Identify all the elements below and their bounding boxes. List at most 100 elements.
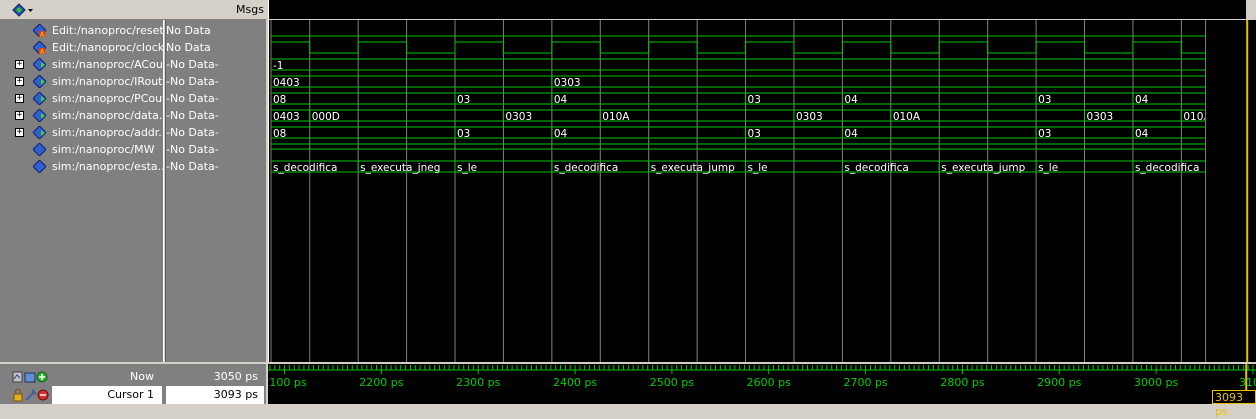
ruler-tick-label: 2100 ps <box>268 376 307 389</box>
expand-toggle-icon[interactable]: + <box>15 94 24 103</box>
ruler-tick-label: 2200 ps <box>359 376 403 389</box>
cursor-toolbar-icons[interactable] <box>12 388 52 402</box>
estado-value-label: s_decodifica <box>844 162 908 174</box>
ruler-tick-label: 2500 ps <box>650 376 694 389</box>
data-value-label: 000D <box>312 111 340 123</box>
ruler-tick-label: 2700 ps <box>844 376 888 389</box>
estado-value-label: s_le <box>748 162 768 174</box>
expand-toggle-icon[interactable]: + <box>15 77 24 86</box>
names-header: Msgs <box>0 0 266 20</box>
data-value-label: 010A <box>602 111 630 123</box>
expand-toggle-icon[interactable]: + <box>15 60 24 69</box>
data-value-label: 0403 <box>273 111 300 123</box>
pcout-value-label: 08 <box>273 94 286 106</box>
cursor-time-label[interactable]: 3093 ps <box>1212 390 1256 418</box>
addr-value-label: 04 <box>554 128 568 140</box>
signal-icon <box>33 160 46 173</box>
signal-row[interactable]: sim:/nanoproc/esta... <box>5 158 163 175</box>
signal-row[interactable]: sim:/nanoproc/MW <box>5 141 163 158</box>
signal-name: Edit:/nanoproc/clock <box>52 41 163 54</box>
pcout-value-label: 04 <box>554 94 568 106</box>
signal-msgs-list: No Data No Data -No Data- -No Data- -No Data… <box>166 22 266 362</box>
signal-icon <box>33 143 46 156</box>
now-row: Now 3050 ps <box>0 368 266 386</box>
signal-row[interactable]: + sim:/nanoproc/IRout <box>5 73 163 90</box>
signal-msg: -No Data- <box>166 160 219 173</box>
addr-value-label: 03 <box>1038 128 1051 140</box>
signal-msg: -No Data- <box>166 109 219 122</box>
signal-name: sim:/nanoproc/PCout <box>52 92 163 105</box>
signal-name-list: A Edit:/nanoproc/reset A Edit:/nanoproc/clo… <box>5 22 163 362</box>
signal-msg: No Data <box>166 41 211 54</box>
estado-value-label: s_decodifica <box>273 162 337 174</box>
signal-row[interactable]: A Edit:/nanoproc/reset <box>5 22 163 39</box>
signal-names-pane: Msgs A Edit:/nanoproc/reset A Edit:/nanopro… <box>0 0 266 404</box>
ruler-tick-label: 2800 ps <box>940 376 984 389</box>
acout-value-label: -1 <box>273 60 283 72</box>
bus-signal-icon <box>33 126 46 139</box>
ruler-tick-label: 2300 ps <box>456 376 500 389</box>
data-value-label: 010A <box>1183 111 1211 123</box>
signal-row[interactable]: + sim:/nanoproc/PCout <box>5 90 163 107</box>
signal-name: sim:/nanoproc/data... <box>52 109 163 122</box>
signal-msg: -No Data- <box>166 126 219 139</box>
data-value-label: 0303 <box>796 111 823 123</box>
signal-name: sim:/nanoproc/MW <box>52 143 155 156</box>
addr-value-label: 04 <box>844 128 858 140</box>
signal-name: sim:/nanoproc/IRout <box>52 75 163 88</box>
expand-toggle-icon[interactable]: + <box>15 128 24 137</box>
signal-msg: -No Data- <box>166 75 219 88</box>
expand-toggle-icon[interactable]: + <box>15 111 24 120</box>
waveform-canvas[interactable]: -10403 030308 03 04 03 04 03 040403 000D 0303 010A… <box>269 0 1256 362</box>
waveform-pane[interactable]: -1 0403 0303 08 03 04 03 04 03 04 0403 000D 0303 010A… <box>268 0 1256 362</box>
signal-row[interactable]: + sim:/nanoproc/addr... <box>5 124 163 141</box>
ruler-tick-label: 2600 ps <box>747 376 791 389</box>
pcout-value-label: 03 <box>748 94 761 106</box>
data-value-label: 0303 <box>1087 111 1114 123</box>
signal-row[interactable]: + sim:/nanoproc/data... <box>5 107 163 124</box>
bus-signal-icon <box>33 92 46 105</box>
signal-name: sim:/nanoproc/esta... <box>52 160 163 173</box>
addr-value-label: 04 <box>1135 128 1149 140</box>
pane-resize-handle[interactable] <box>1246 0 1256 20</box>
data-value-label: 0303 <box>505 111 532 123</box>
estado-value-label: s_executa_jump <box>651 162 735 174</box>
signal-name: sim:/nanoproc/addr... <box>52 126 163 139</box>
timeline-canvas[interactable]: 2100 ps 2200 ps 2300 ps 2400 ps 2500 ps 2600 … <box>268 364 1256 404</box>
clock-wave <box>271 41 1206 54</box>
cursor-value[interactable]: 3093 ps <box>166 386 264 404</box>
signal-name: Edit:/nanoproc/reset <box>52 24 163 37</box>
pcout-value-label: 04 <box>1135 94 1149 106</box>
estado-value-label: s_decodifica <box>554 162 618 174</box>
ruler-tick-label: 3100 <box>1239 376 1256 389</box>
forced-input-icon: A <box>33 41 46 54</box>
estado-value-label: s_le <box>457 162 477 174</box>
msgs-column-label: Msgs <box>236 3 264 16</box>
forced-input-icon: A <box>33 24 46 37</box>
signal-msg: -No Data- <box>166 58 219 71</box>
addr-value-label: 03 <box>457 128 470 140</box>
cursor-status-pane: Now 3050 ps Cursor 1 3093 ps <box>0 362 266 404</box>
signal-row[interactable]: + sim:/nanoproc/ACout <box>5 56 163 73</box>
irout-value-label: 0303 <box>554 77 581 89</box>
estado-value-label: s_le <box>1038 162 1058 174</box>
estado-value-label: s_executa_jneg <box>360 162 440 174</box>
bus-signal-icon <box>33 75 46 88</box>
cursor-row[interactable]: Cursor 1 3093 ps <box>0 386 266 404</box>
signal-row[interactable]: A Edit:/nanoproc/clock <box>5 39 163 56</box>
wave-tool-icon[interactable] <box>12 3 34 17</box>
addr-value-label: 08 <box>273 128 286 140</box>
ruler-tick-label: 2900 ps <box>1037 376 1081 389</box>
bus-signal-icon <box>33 109 46 122</box>
now-toolbar-icons[interactable] <box>12 370 52 384</box>
estado-value-label: s_decodifica <box>1135 162 1199 174</box>
now-label: Now <box>130 370 154 383</box>
timeline-ruler[interactable]: 2100 ps 2200 ps 2300 ps 2400 ps 2500 ps 2600 … <box>268 362 1256 418</box>
signal-msg: -No Data- <box>166 143 219 156</box>
signal-msg: No Data <box>166 24 211 37</box>
irout-value-label: 0403 <box>273 77 300 89</box>
data-value-label: 010A <box>893 111 921 123</box>
pcout-value-label: 03 <box>1038 94 1051 106</box>
now-value: 3050 ps <box>213 370 258 383</box>
cursor-label[interactable]: Cursor 1 <box>52 386 162 404</box>
